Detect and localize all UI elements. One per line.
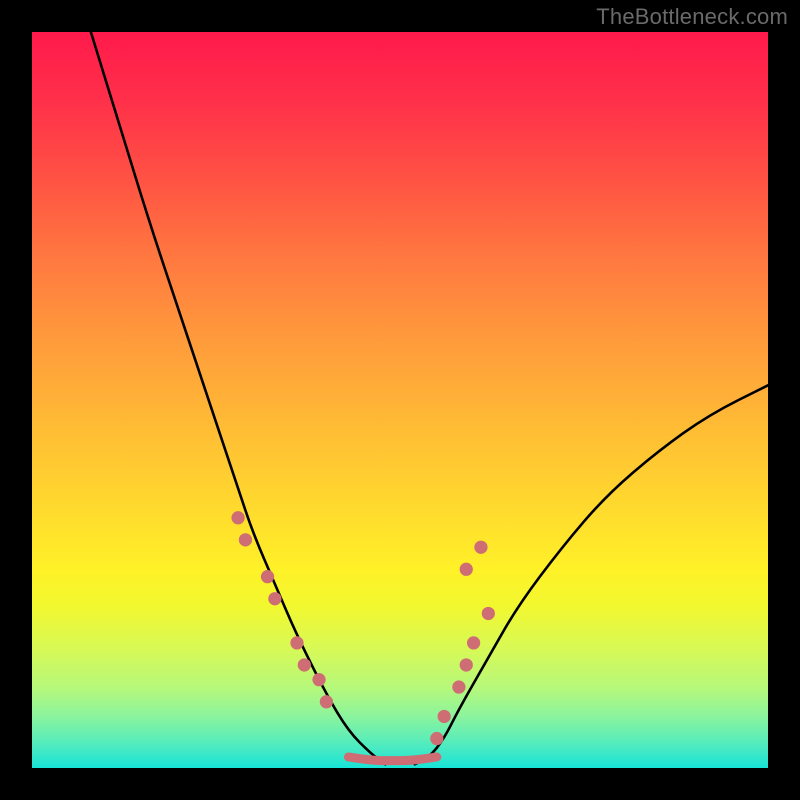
marker-dot [231,511,244,524]
chart-container: TheBottleneck.com [0,0,800,800]
marker-dot [474,541,487,554]
marker-dot [261,570,274,583]
marker-dot [312,673,325,686]
marker-dot [268,592,281,605]
marker-dot [460,658,473,671]
marker-dot [438,710,451,723]
marker-dot [430,732,443,745]
series-flat-bottom [348,757,436,761]
markers-group [231,511,494,745]
marker-dot [239,533,252,546]
series-group [91,32,768,764]
marker-dot [290,636,303,649]
marker-dot [452,680,465,693]
series-left-curve [91,32,385,764]
marker-dot [320,695,333,708]
marker-dot [298,658,311,671]
watermark-text: TheBottleneck.com [596,4,788,30]
marker-dot [467,636,480,649]
marker-dot [482,607,495,620]
marker-dot [460,563,473,576]
chart-svg [32,32,768,768]
plot-area [32,32,768,768]
